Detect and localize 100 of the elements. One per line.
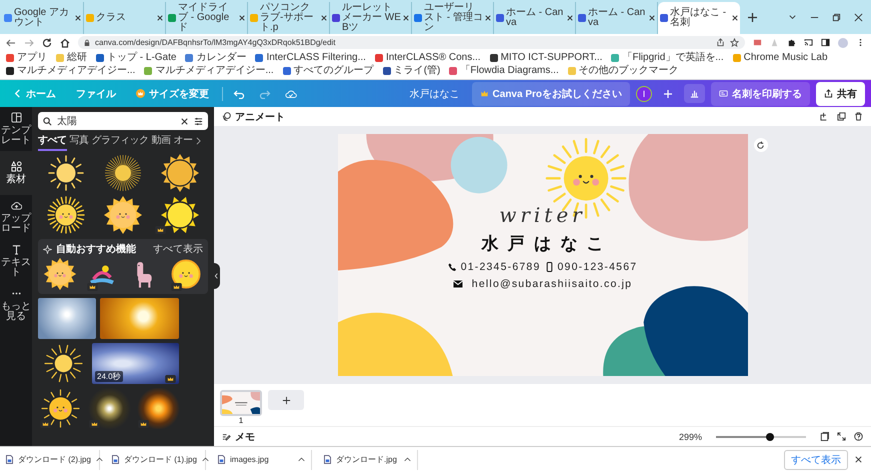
download-item[interactable]: ダウンロード (1).jpg	[106, 450, 206, 470]
card-title[interactable]: writer	[499, 204, 586, 226]
smiling-sun-drawing[interactable]	[43, 257, 77, 291]
bookmark-link[interactable]: ミライ(管)	[382, 65, 440, 77]
sidebar-tab[interactable]: 素材	[0, 151, 32, 195]
bookmark-link[interactable]: カレンダー	[185, 52, 246, 64]
caret-up-icon[interactable]	[298, 457, 305, 462]
sun-drawing[interactable]	[46, 153, 86, 193]
bookmark-link[interactable]: トップ - L-Gate	[96, 52, 176, 64]
search-field[interactable]: 太陽	[38, 112, 208, 130]
download-item[interactable]: ダウンロード (2).jpg	[0, 450, 100, 470]
slider-thumb[interactable]	[766, 432, 774, 440]
bookmark-link[interactable]: Chrome Music Lab	[732, 52, 828, 64]
add-page-icon[interactable]	[820, 112, 829, 121]
card-name[interactable]: 水戸はなこ	[481, 232, 614, 256]
pages-icon[interactable]	[820, 432, 829, 441]
close-icon[interactable]	[403, 15, 409, 21]
cloud-check-icon[interactable]	[285, 88, 297, 98]
puzzle-icon[interactable]	[787, 38, 796, 47]
chevron-down-icon[interactable]	[788, 12, 797, 22]
sidebar-tab[interactable]: もっと見る	[0, 283, 32, 327]
bookmark-link[interactable]: 「Flipgrid」で英語を...	[611, 52, 724, 64]
close-icon[interactable]	[239, 15, 245, 21]
download-item[interactable]: images.jpg	[212, 450, 312, 470]
close-icon[interactable]	[157, 15, 163, 21]
phone-number[interactable]: 01-2345-6789	[460, 261, 540, 274]
plus-icon[interactable]	[662, 88, 674, 98]
sun-drawing[interactable]	[102, 153, 143, 193]
filter-tab[interactable]: 動画	[152, 131, 170, 151]
filter-tab[interactable]: すべて	[38, 131, 66, 151]
home-icon[interactable]	[60, 38, 70, 48]
browser-tab[interactable]: 水戸はなこ - 名刺	[658, 2, 740, 34]
filter-icon[interactable]	[194, 116, 203, 126]
restore-icon[interactable]	[832, 12, 841, 22]
fullscreen-icon[interactable]	[837, 432, 846, 441]
panel-collapse-handle[interactable]	[214, 262, 220, 289]
sidebar-tab[interactable]: アップロード	[0, 195, 32, 239]
chevron-right-icon[interactable]	[196, 137, 200, 145]
caret-up-icon[interactable]	[202, 457, 209, 462]
mobile-number[interactable]: 090-123-4567	[558, 261, 638, 274]
refresh-button[interactable]	[754, 138, 768, 152]
new-tab-icon[interactable]	[748, 12, 757, 22]
bookmark-link[interactable]: すべてのグループ	[282, 65, 374, 77]
undo-icon[interactable]	[233, 88, 245, 98]
cast-icon[interactable]	[804, 38, 813, 47]
bookmark-link[interactable]: マルチメディアデイジー...	[144, 65, 274, 77]
help-icon[interactable]	[854, 432, 863, 441]
smiling-sun-drawing[interactable]	[169, 257, 203, 291]
sidebar-tab[interactable]: テンプレート	[0, 107, 32, 151]
close-icon[interactable]	[75, 15, 81, 21]
bookmark-link[interactable]: InterCLASS® Cons...	[374, 52, 481, 64]
bookmark-link[interactable]: InterCLASS Filtering...	[255, 52, 366, 64]
page-thumbnail[interactable]	[220, 390, 262, 416]
sidebar-tab[interactable]: テキスト	[0, 239, 32, 283]
close-icon[interactable]	[854, 12, 863, 22]
show-all-button[interactable]: すべて表示	[784, 450, 848, 470]
bookmark-link[interactable]: アプリ	[6, 52, 47, 64]
reload-icon[interactable]	[42, 38, 52, 48]
sun-drawing[interactable]	[160, 153, 200, 193]
user-avatar[interactable]: I	[636, 86, 652, 102]
sun-drawing[interactable]	[42, 343, 84, 384]
close-icon[interactable]	[649, 15, 655, 21]
caret-up-icon[interactable]	[404, 457, 411, 462]
back-icon[interactable]	[6, 38, 16, 48]
close-icon[interactable]	[567, 15, 573, 21]
try-pro-button[interactable]: Canva Proをお試しください	[472, 82, 630, 106]
download-item[interactable]: ダウンロード.jpg	[318, 450, 418, 470]
address-bar[interactable]: canva.com/design/DAFBqnhsrTo/lM3mgAY4gQ3xDRqok51BDg/edit	[78, 36, 745, 49]
filter-tab[interactable]: 写真	[70, 131, 88, 151]
filter-tab[interactable]: グラフィック	[92, 131, 148, 151]
email-address[interactable]: hello@subarashiisaito.co.jp	[472, 278, 632, 290]
notes-button[interactable]: メモ	[222, 430, 255, 444]
design-title[interactable]: 水戸はなこ	[410, 86, 460, 100]
light-glow-picture[interactable]	[136, 388, 181, 429]
video-placeholder[interactable]	[92, 343, 179, 384]
bookmark-link[interactable]: その他のブックマーク	[568, 65, 679, 77]
see-all-link[interactable]: すべて表示	[153, 242, 203, 256]
close-icon[interactable]	[732, 15, 738, 21]
share-icon[interactable]	[716, 38, 725, 47]
bookmark-link[interactable]: 総研	[56, 52, 87, 64]
smiling-sun-drawing[interactable]	[46, 195, 86, 235]
close-icon[interactable]	[321, 15, 327, 21]
caret-up-icon[interactable]	[96, 457, 103, 462]
print-button[interactable]: 名刺を印刷する	[711, 82, 810, 106]
star-icon[interactable]	[730, 38, 739, 47]
photo-placeholder[interactable]	[100, 298, 179, 339]
duplicate-icon[interactable]	[837, 112, 846, 121]
smiling-sun-drawing[interactable]	[102, 195, 143, 235]
filter-tab[interactable]: オー	[174, 131, 192, 151]
trash-icon[interactable]	[854, 112, 863, 121]
sun-drawing[interactable]	[160, 195, 200, 235]
clear-icon[interactable]	[180, 116, 189, 126]
bookmark-link[interactable]: 「Flowdia Diagrams...	[449, 65, 559, 77]
bookmark-link[interactable]: マルチメディアデイジー...	[6, 65, 136, 77]
animate-button[interactable]: アニメート	[222, 110, 285, 124]
smiling-sun-drawing[interactable]	[40, 388, 81, 429]
side-panel-icon[interactable]	[821, 38, 830, 47]
share-button[interactable]: 共有	[816, 82, 865, 106]
close-icon[interactable]	[485, 15, 491, 21]
close-icon[interactable]	[854, 455, 863, 464]
